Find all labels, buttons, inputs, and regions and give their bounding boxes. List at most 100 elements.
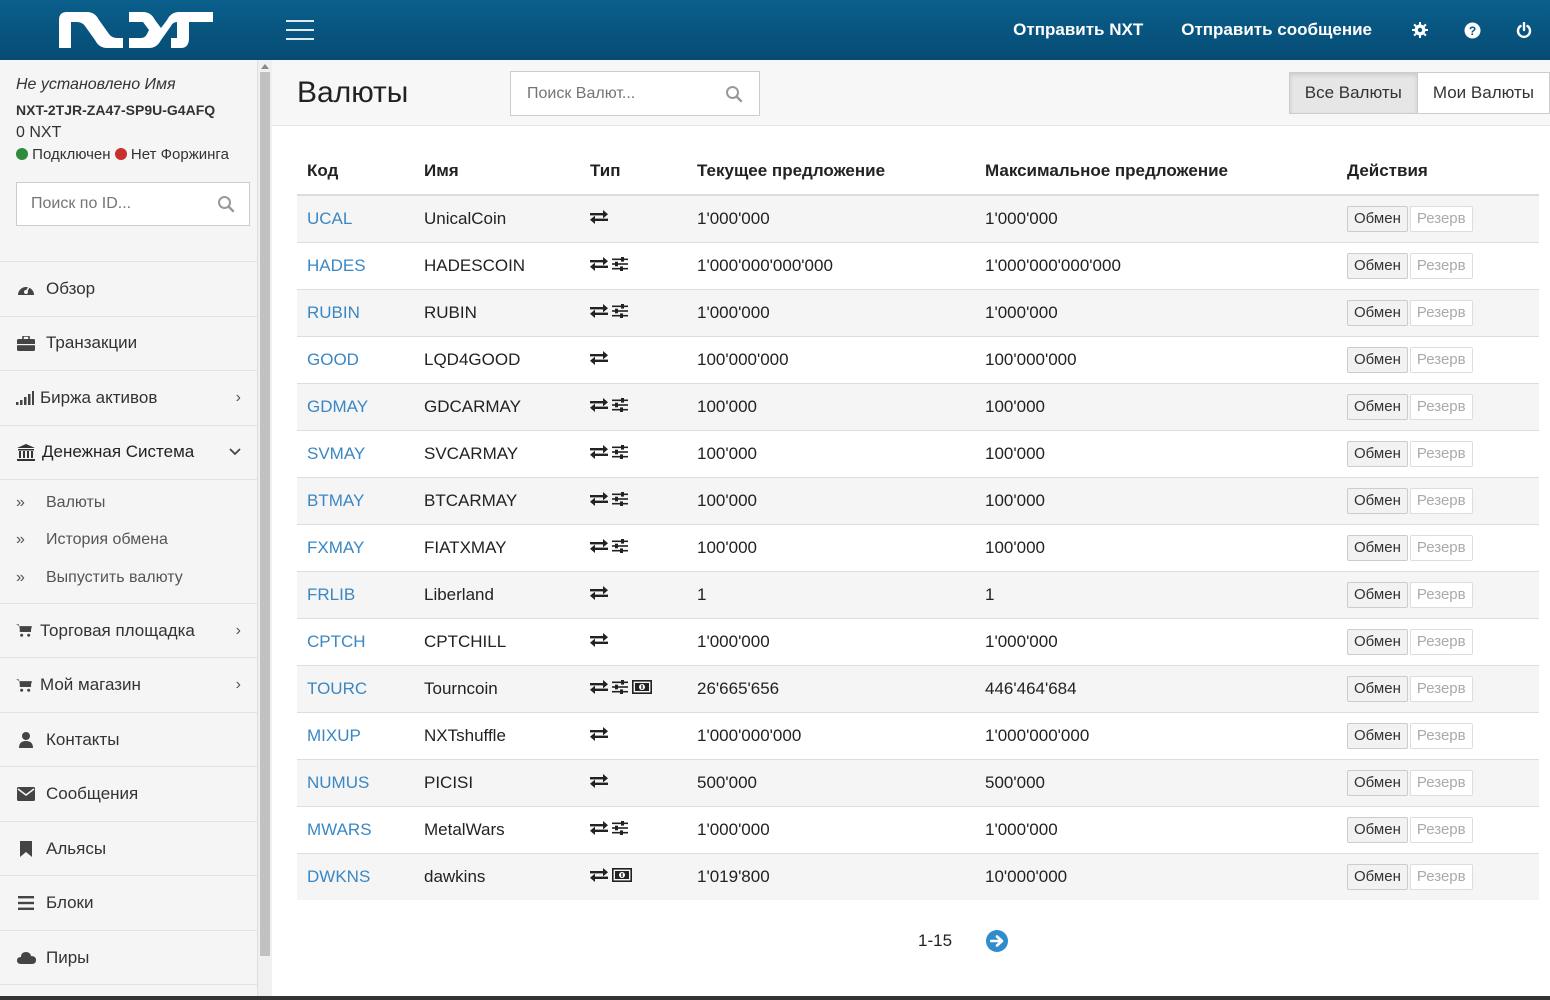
sidebar-item-dashboard[interactable]: Обзор [0, 262, 257, 317]
account-name[interactable]: Не установлено Имя [16, 76, 241, 94]
send-message-link[interactable]: Отправить сообщение [1181, 20, 1372, 40]
currency-code-link[interactable]: TOURC [297, 664, 414, 712]
gear-icon[interactable] [1410, 20, 1430, 40]
page-title: Валюты [297, 76, 409, 109]
scroll-up-arrow-icon[interactable] [261, 64, 269, 69]
currency-code-link[interactable]: FRLIB [297, 570, 414, 618]
sidebar-item-label: Альясы [46, 838, 107, 858]
currency-type [580, 288, 687, 336]
exchange-button[interactable]: Обмен [1347, 393, 1408, 420]
currency-code-link[interactable]: MWARS [297, 805, 414, 853]
currency-code-link[interactable]: FXMAY [297, 523, 414, 571]
column-header[interactable]: Текущее предложение [687, 148, 975, 196]
reserve-button[interactable]: Резерв [1409, 440, 1473, 467]
exchange-button[interactable]: Обмен [1347, 205, 1408, 232]
exchange-button[interactable]: Обмен [1347, 863, 1408, 890]
exchange-button[interactable]: Обмен [1347, 346, 1408, 373]
exchange-button[interactable]: Обмен [1347, 816, 1408, 843]
reserve-button[interactable]: Резерв [1409, 816, 1473, 843]
reserve-button[interactable]: Резерв [1409, 393, 1473, 420]
currency-code-link[interactable]: BTMAY [297, 476, 414, 524]
sidebar-subitem-currencies[interactable]: » Валюты [0, 484, 257, 522]
reserve-button[interactable]: Резерв [1409, 252, 1473, 279]
sidebar-item-aliases[interactable]: Альясы [0, 822, 257, 877]
table-row: FRLIB Liberland 1 1 Обмен Резерв [297, 570, 1539, 618]
chevron-right-icon: › [235, 676, 241, 694]
exchange-button[interactable]: Обмен [1347, 487, 1408, 514]
actions-cell: Обмен Резерв [1337, 523, 1539, 571]
reserve-button[interactable]: Резерв [1409, 628, 1473, 655]
sidebar-item-marketplace[interactable]: Торговая площадка › [0, 604, 257, 659]
search-icon[interactable] [725, 85, 743, 103]
exchange-button[interactable]: Обмен [1347, 252, 1408, 279]
exchange-button[interactable]: Обмен [1347, 675, 1408, 702]
exchange-button[interactable]: Обмен [1347, 534, 1408, 561]
account-id[interactable]: NXT-2TJR-ZA47-SP9U-G4AFQ [16, 102, 241, 118]
exchange-button[interactable]: Обмен [1347, 722, 1408, 749]
max-supply: 1'000'000 [975, 288, 1337, 336]
search-icon[interactable] [217, 195, 235, 213]
tab-all-currencies[interactable]: Все Валюты [1288, 72, 1418, 114]
sidebar-item-transactions[interactable]: Транзакции [0, 317, 257, 371]
power-icon[interactable] [1514, 20, 1534, 40]
reserve-button[interactable]: Резерв [1409, 722, 1473, 749]
exchange-button[interactable]: Обмен [1347, 628, 1408, 655]
reserve-button[interactable]: Резерв [1409, 299, 1473, 326]
reserve-button[interactable]: Резерв [1409, 581, 1473, 608]
currency-name: NXTshuffle [414, 711, 580, 759]
controllable-type-icon [612, 491, 628, 511]
exchange-button[interactable]: Обмен [1347, 581, 1408, 608]
send-nxt-link[interactable]: Отправить NXT [1013, 20, 1143, 40]
reserve-button[interactable]: Резерв [1409, 769, 1473, 796]
sidebar-item-peers[interactable]: Пиры [0, 931, 257, 986]
currency-name: PICISI [414, 758, 580, 806]
exchange-button[interactable]: Обмен [1347, 299, 1408, 326]
exchange-type-icon [590, 538, 608, 558]
currency-code-link[interactable]: GDMAY [297, 382, 414, 430]
currency-code-link[interactable]: SVMAY [297, 429, 414, 477]
next-page-button[interactable] [986, 930, 1009, 952]
max-supply: 10'000'000 [975, 852, 1337, 900]
sidebar-item-my-store[interactable]: Мой магазин › [0, 658, 257, 713]
currency-code-link[interactable]: CPTCH [297, 617, 414, 665]
connected-dot-icon [16, 148, 28, 160]
reserve-button[interactable]: Резерв [1409, 675, 1473, 702]
sidebar-subitem-exchange-history[interactable]: » История обмена [0, 522, 257, 560]
bottom-border [0, 996, 1550, 1000]
id-search-input[interactable] [31, 195, 217, 213]
currency-code-link[interactable]: RUBIN [297, 288, 414, 336]
column-header: Тип [580, 148, 687, 196]
reserve-button[interactable]: Резерв [1409, 205, 1473, 232]
sidebar-item-monetary-system[interactable]: Денежная Система [0, 426, 257, 480]
column-header[interactable]: Имя [414, 148, 580, 196]
tab-my-currencies[interactable]: Мои Валюты [1417, 72, 1550, 114]
currency-code-link[interactable]: DWKNS [297, 852, 414, 900]
currency-search-input[interactable] [527, 84, 707, 103]
menu-toggle-button[interactable] [286, 20, 314, 40]
scrollbar-thumb[interactable] [260, 72, 270, 956]
sidebar-item-blocks[interactable]: Блоки [0, 876, 257, 931]
reserve-button[interactable]: Резерв [1409, 487, 1473, 514]
exchange-button[interactable]: Обмен [1347, 769, 1408, 796]
reserve-button[interactable]: Резерв [1409, 346, 1473, 373]
sidebar-scrollbar[interactable] [258, 60, 272, 996]
sidebar-item-contacts[interactable]: Контакты [0, 713, 257, 768]
column-header[interactable]: Код [297, 148, 414, 196]
currency-code-link[interactable]: UCAL [297, 194, 414, 242]
sidebar-subitem-issue-currency[interactable]: » Выпустить валюту [0, 559, 257, 597]
max-supply: 100'000 [975, 429, 1337, 477]
column-header[interactable]: Максимальное предложение [975, 148, 1337, 196]
nxt-logo[interactable] [0, 0, 272, 60]
sidebar-item-messages[interactable]: Сообщения [0, 767, 257, 822]
currency-code-link[interactable]: NUMUS [297, 758, 414, 806]
currency-code-link[interactable]: HADES [297, 241, 414, 289]
exchange-type-icon [590, 397, 608, 417]
actions-cell: Обмен Резерв [1337, 570, 1539, 618]
reserve-button[interactable]: Резерв [1409, 534, 1473, 561]
currency-code-link[interactable]: GOOD [297, 335, 414, 383]
currency-code-link[interactable]: MIXUP [297, 711, 414, 759]
help-icon[interactable]: ? [1462, 20, 1482, 40]
exchange-button[interactable]: Обмен [1347, 440, 1408, 467]
reserve-button[interactable]: Резерв [1409, 863, 1473, 890]
sidebar-item-asset-exchange[interactable]: Биржа активов › [0, 371, 257, 426]
